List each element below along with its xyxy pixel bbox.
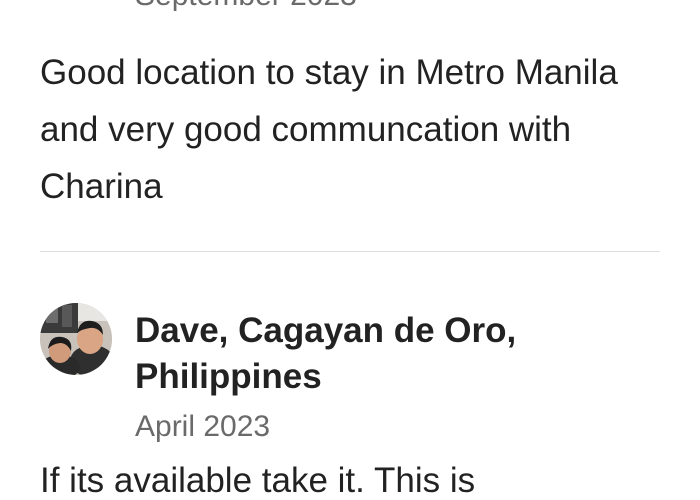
- review-date: April 2023: [135, 410, 271, 443]
- reviewer-name: Dave, Cagayan de Oro, Philippines: [135, 311, 517, 396]
- avatar-photo-icon: [40, 303, 112, 375]
- divider: [40, 251, 660, 252]
- review-text: Good location to stay in Metro Manila an…: [40, 53, 618, 206]
- review-date: September 2023: [135, 0, 357, 14]
- avatar[interactable]: [40, 303, 112, 375]
- review-text: If its available take it. This is: [40, 461, 476, 500]
